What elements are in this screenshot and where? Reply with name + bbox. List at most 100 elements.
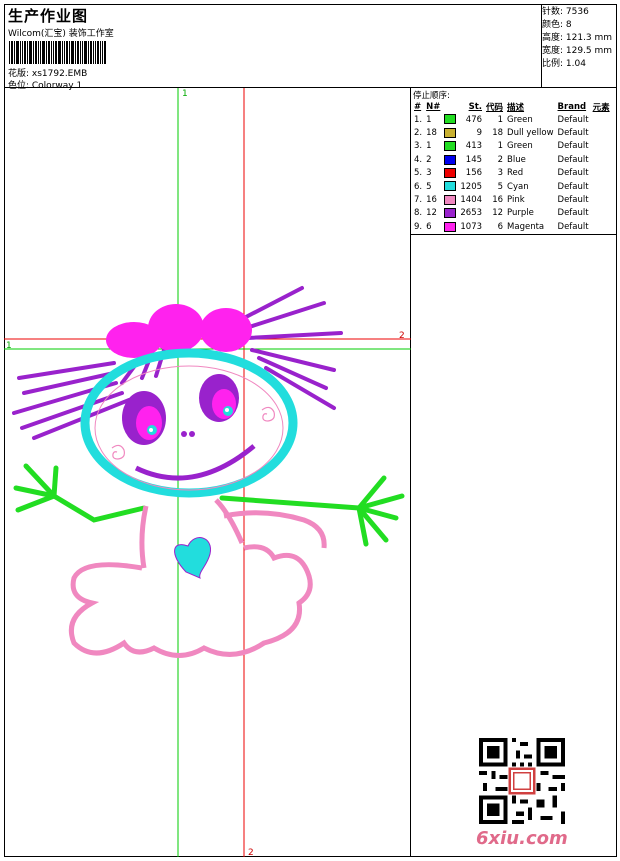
row-code: 18	[492, 128, 504, 139]
color-swatch-box	[444, 181, 457, 192]
row-brand: Default	[557, 208, 589, 219]
sequence-row: 6. 5 1205 5 Cyan Default	[412, 180, 612, 193]
row-needle: 3	[426, 168, 432, 179]
right-cheek-swirl	[261, 406, 275, 422]
sequence-table: # N# St. 代码 描述 Brand 元素 1. 1 476 1 Green Defa…	[412, 100, 612, 234]
row-stitches: 9	[476, 128, 483, 139]
col-stitches: St.	[468, 101, 483, 112]
row-desc: Red	[507, 168, 524, 179]
header-panel: 生产作业图 Wilcom(汇宝) 装饰工作室 花版: xs1792.EMB 色位…	[4, 4, 542, 91]
row-index: 4.	[414, 154, 423, 165]
row-index: 2.	[414, 128, 423, 139]
qr-code-icon	[479, 738, 565, 824]
row-element	[591, 207, 612, 220]
sequence-header-row: # N# St. 代码 描述 Brand 元素	[412, 100, 612, 113]
design-scale: 比例: 1.04	[542, 59, 586, 69]
row-element	[591, 140, 612, 153]
row-desc: Green	[507, 141, 533, 152]
color-swatch	[442, 193, 458, 206]
sequence-row: 4. 2 145 2 Blue Default	[412, 153, 612, 166]
row-element	[591, 193, 612, 206]
row-element	[591, 153, 612, 166]
col-index: #	[414, 101, 422, 112]
row-index: 8.	[414, 208, 423, 219]
color-swatch-box	[444, 141, 457, 152]
sequence-row: 5. 3 156 3 Red Default	[412, 167, 612, 180]
color-swatch	[442, 126, 458, 139]
row-index: 7.	[414, 195, 423, 206]
row-needle: 1	[426, 141, 432, 152]
row-needle: 16	[426, 195, 437, 206]
row-stitches: 1073	[460, 221, 483, 232]
col-swatch	[442, 100, 458, 113]
row-brand: Default	[557, 195, 589, 206]
row-needle: 12	[426, 208, 437, 219]
row-desc: Green	[507, 114, 533, 125]
row-code: 2	[497, 154, 504, 165]
stitch-count: 针数: 7536	[542, 7, 589, 17]
row-code: 5	[497, 181, 504, 192]
row-desc: Blue	[507, 154, 526, 165]
row-element	[591, 180, 612, 193]
embroidery-drawing: 1 2 1 2	[4, 88, 411, 858]
row-stitches: 156	[465, 168, 483, 179]
sequence-row: 3. 1 413 1 Green Default	[412, 140, 612, 153]
guide-label-v2: 2	[248, 848, 254, 857]
smile	[134, 444, 256, 481]
row-index: 5.	[414, 168, 423, 179]
col-brand: Brand	[557, 101, 587, 112]
face-outline	[80, 348, 298, 498]
color-swatch-box	[444, 168, 457, 178]
arms	[13, 463, 405, 547]
row-index: 9.	[414, 221, 423, 232]
row-code: 3	[497, 168, 504, 179]
guide-label-h2: 2	[399, 331, 405, 341]
stop-sequence-panel: 停止顺序: # N# St. 代码 描述 Brand 元素 1. 1 476 1 Gre…	[411, 88, 617, 235]
sequence-row: 1. 1 476 1 Green Default	[412, 113, 612, 126]
color-swatch	[442, 113, 458, 126]
color-swatch-box	[444, 208, 457, 219]
row-element	[591, 113, 612, 126]
color-swatch	[442, 180, 458, 193]
color-swatch	[442, 140, 458, 153]
row-brand: Default	[557, 168, 589, 179]
row-element	[591, 167, 612, 180]
color-swatch-box	[444, 221, 457, 232]
heart-icon	[174, 537, 211, 579]
row-needle: 2	[426, 154, 432, 165]
row-brand: Default	[557, 221, 589, 232]
info-panel: 针数: 7536 颜色: 8 高度: 121.3 mm 宽度: 129.5 mm…	[541, 4, 617, 88]
row-desc: Magenta	[507, 221, 545, 232]
row-index: 1.	[414, 114, 423, 125]
design-height: 高度: 121.3 mm	[542, 33, 613, 43]
row-brand: Default	[557, 141, 589, 152]
color-swatch-box	[444, 114, 457, 125]
row-brand: Default	[557, 114, 589, 125]
row-code: 6	[497, 221, 504, 232]
row-brand: Default	[557, 181, 589, 192]
guide-label-h1: 1	[6, 341, 12, 351]
row-code: 1	[497, 141, 504, 152]
color-swatch	[442, 167, 458, 180]
row-code: 1	[497, 114, 504, 125]
row-desc: Dull yellow	[507, 128, 554, 139]
row-stitches: 476	[465, 114, 483, 125]
col-n: N#	[426, 101, 441, 112]
color-swatch	[442, 153, 458, 166]
watermark: 6xiu.com	[476, 828, 568, 849]
color-swatch-box	[444, 154, 457, 165]
design-width: 宽度: 129.5 mm	[542, 46, 613, 56]
sequence-row: 7. 16 1404 16 Pink Default	[412, 193, 612, 206]
nose	[181, 431, 195, 437]
left-cheek-swirl	[111, 444, 125, 460]
dress	[68, 498, 327, 658]
row-element	[591, 220, 612, 233]
row-code: 12	[492, 208, 504, 219]
row-index: 6.	[414, 181, 423, 192]
row-brand: Default	[557, 154, 589, 165]
row-brand: Default	[557, 128, 589, 139]
row-desc: Cyan	[507, 181, 529, 192]
color-swatch-box	[444, 194, 457, 205]
row-stitches: 145	[465, 154, 483, 165]
row-needle: 1	[426, 114, 432, 125]
